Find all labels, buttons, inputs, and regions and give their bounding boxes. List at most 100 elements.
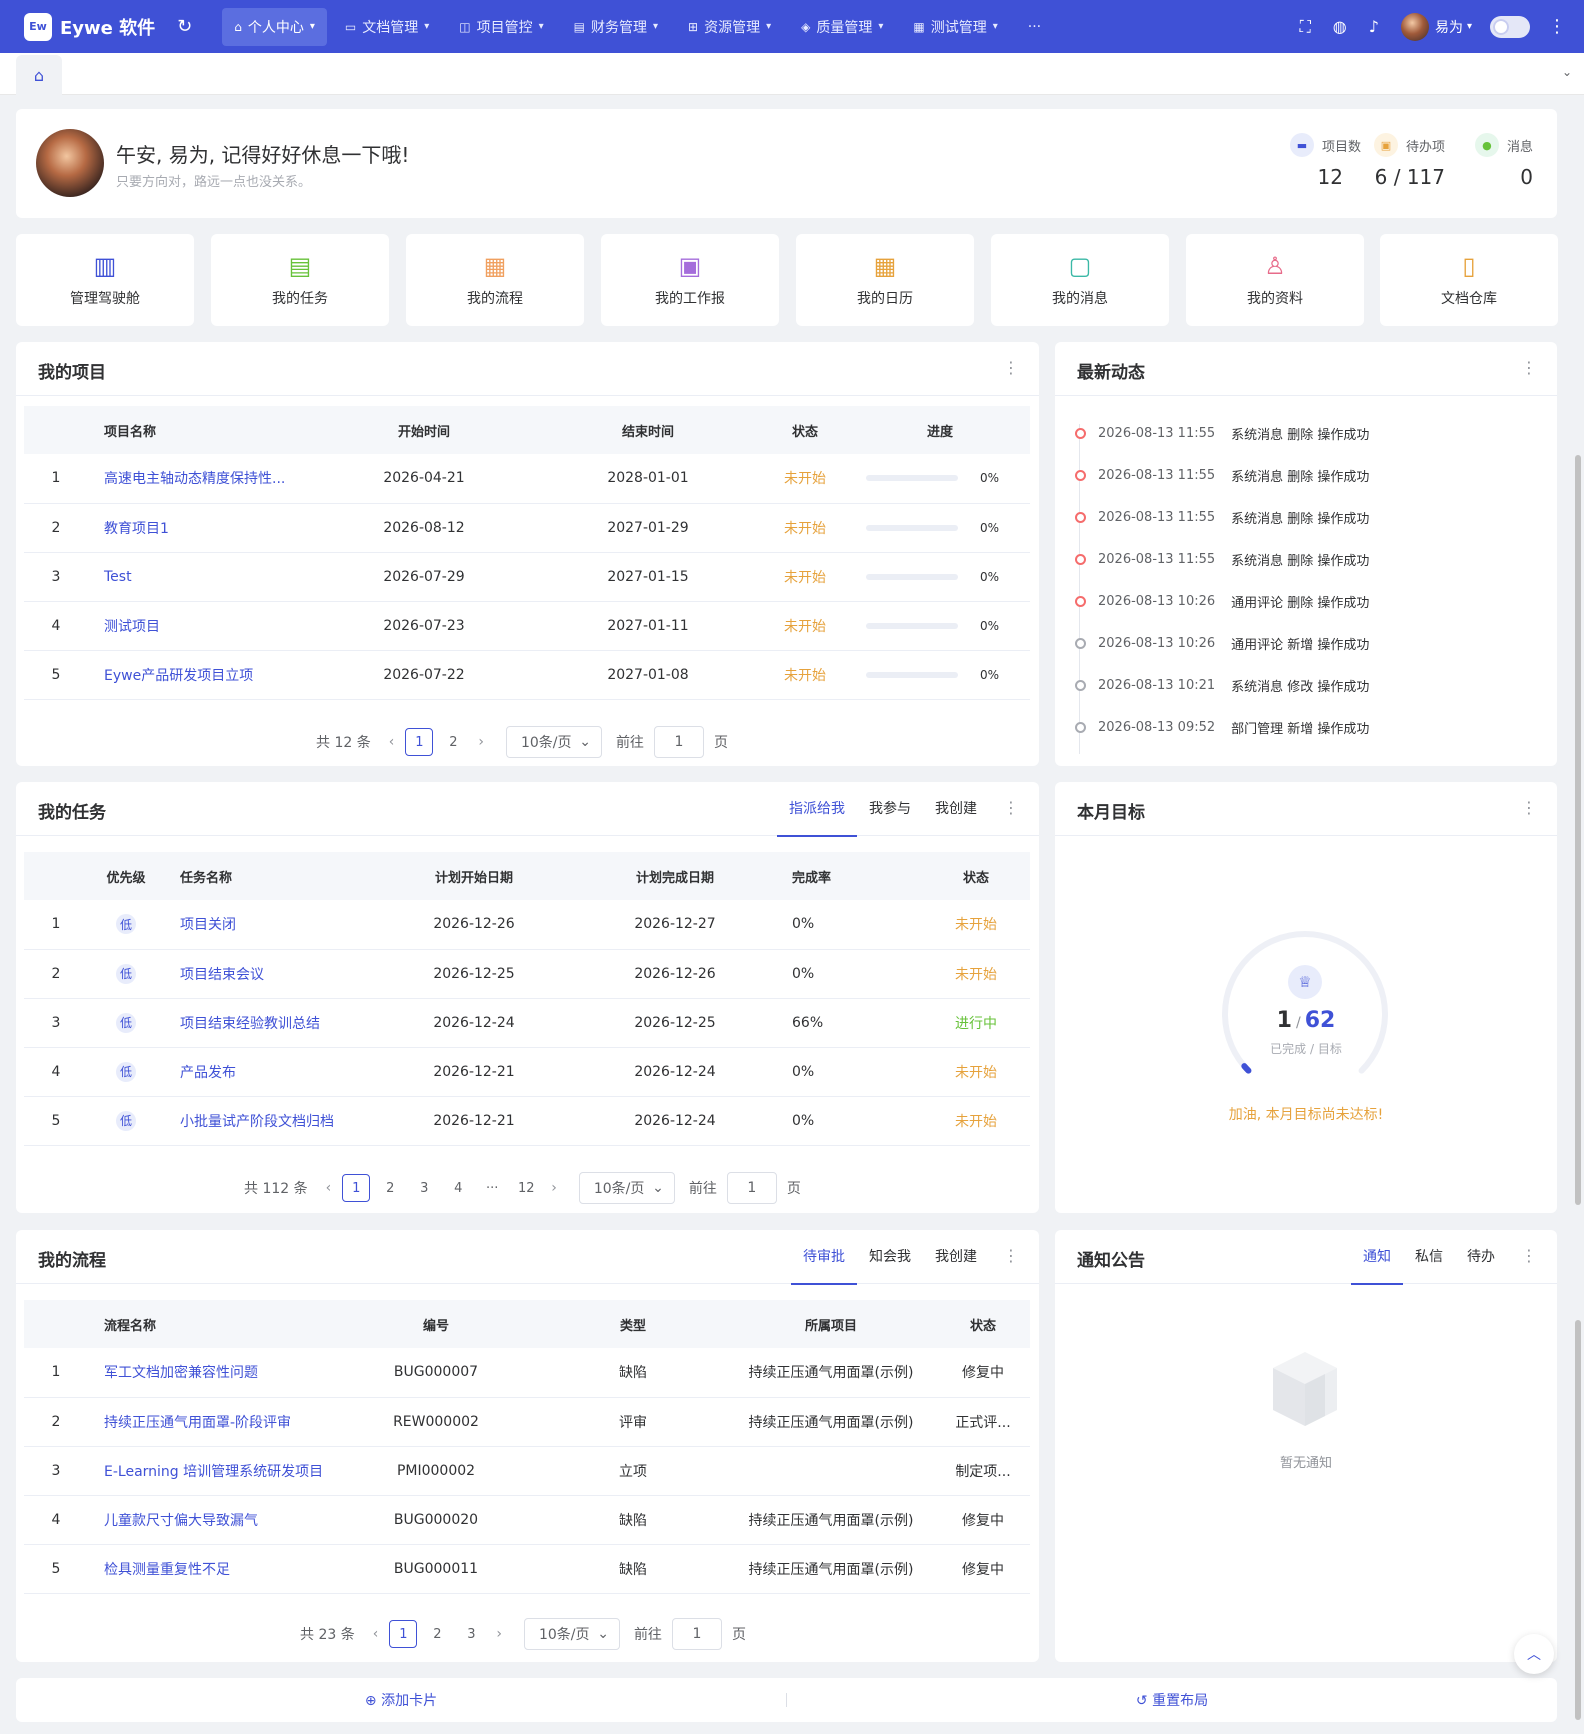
nav-testing[interactable]: ▦ 测试管理 ▾ (901, 8, 1009, 46)
chevron-left-icon[interactable]: ‹ (326, 1180, 332, 1196)
home-tab[interactable]: ⌂ (16, 55, 62, 95)
table-row[interactable]: 4 测试项目 2026-07-23 2027-01-11 未开始 0% (24, 601, 1030, 651)
pager-ellipsis[interactable]: ··· (478, 1174, 506, 1202)
tab-created[interactable]: 我创建 (923, 782, 989, 836)
table-row[interactable]: 4 低产品发布 2026-12-21 2026-12-24 0% 未开始 (24, 1047, 1030, 1097)
table-row[interactable]: 3 低项目结束经验教训总结 2026-12-24 2026-12-25 66% 进行中 (24, 998, 1030, 1048)
refresh-icon[interactable]: ↻ (177, 16, 192, 37)
home-icon: ⌂ (33, 65, 45, 85)
pager-page[interactable]: 3 (457, 1620, 485, 1648)
page-jump-input[interactable]: 1 (671, 1618, 722, 1650)
bell-icon[interactable]: ♪ (1369, 17, 1379, 36)
flows-card: 我的流程 待审批 知会我 我创建 ⋮ 流程名称 编号 类型 所属项目 状态 1军… (16, 1230, 1039, 1662)
nav-documents[interactable]: ▭ 文档管理 ▾ (333, 8, 441, 46)
flows-table: 流程名称 编号 类型 所属项目 状态 1 军工文档加密兼容性问题 BUG000007… (24, 1300, 1030, 1594)
tab-notice[interactable]: 通知 (1351, 1230, 1403, 1285)
nav-projects[interactable]: ◫ 项目管控 ▾ (447, 8, 555, 46)
pager-page[interactable]: 3 (410, 1174, 438, 1202)
tab-assigned[interactable]: 指派给我 (777, 782, 857, 837)
table-row[interactable]: 1 低项目关闭 2026-12-26 2026-12-27 0% 未开始 (24, 900, 1030, 950)
nav-quality[interactable]: ◈ 质量管理 ▾ (789, 8, 895, 46)
table-row[interactable]: 5 Eywe产品研发项目立项 2026-07-22 2027-01-08 未开始 0% (24, 650, 1030, 700)
nav-resources[interactable]: ⊞ 资源管理 ▾ (676, 8, 783, 46)
more-vertical-icon[interactable]: ⋮ (1003, 1246, 1019, 1265)
app-name: Eywe 软件 (60, 17, 156, 39)
test-icon: ▦ (913, 19, 925, 34)
table-row[interactable]: 3 E-Learning 培训管理系统研发项目 PMI000002 立项 制定项... (24, 1446, 1030, 1496)
shortcut-tasks[interactable]: ▤ 我的任务 (211, 234, 389, 326)
app-logo[interactable]: Ew Eywe 软件 (24, 12, 156, 41)
tab-todo[interactable]: 待办 (1455, 1230, 1507, 1284)
table-row[interactable]: 3 Test 2026-07-29 2027-01-15 未开始 0% (24, 552, 1030, 602)
shortcut-calendar[interactable]: ▦ 我的日历 (796, 234, 974, 326)
nav-finance[interactable]: ▤ 财务管理 ▾ (562, 8, 670, 46)
pager-page[interactable]: 2 (376, 1174, 404, 1202)
shortcut-dashboard[interactable]: ▥ 管理驾驶舱 (16, 234, 194, 326)
table-row[interactable]: 5 低小批量试产阶段文档归档 2026-12-21 2026-12-24 0% 未开始 (24, 1096, 1030, 1146)
scrollbar-thumb[interactable] (1575, 1320, 1581, 1720)
table-row[interactable]: 1 军工文档加密兼容性问题 BUG000007 缺陷 持续正压通气用面罩(示例) 修复中 (24, 1348, 1030, 1398)
projects-card: 我的项目 ⋮ 项目名称 开始时间 结束时间 状态 进度 1 高速电主轴动态精度保持… (16, 342, 1039, 766)
table-row[interactable]: 5 检具测量重复性不足 BUG000011 缺陷 持续正压通气用面罩(示例) 修复中 (24, 1544, 1030, 1594)
page-size-select[interactable]: 10条/页 ⌄ (523, 1618, 620, 1650)
chevron-left-icon[interactable]: ‹ (373, 1626, 379, 1642)
table-row[interactable]: 1 高速电主轴动态精度保持性... 2026-04-21 2028-01-01 未开始 0… (24, 454, 1030, 504)
nav-more[interactable]: ··· (1016, 8, 1053, 46)
pagination: 共 112 条 ‹ 1 2 3 4 ··· 12 › 10条/页 ⌄ 前往 1 页 (244, 1172, 801, 1204)
more-vertical-icon[interactable]: ⋮ (1521, 798, 1537, 817)
page-size-select[interactable]: 10条/页 ⌄ (505, 726, 602, 758)
pager-page[interactable]: 1 (342, 1174, 371, 1202)
more-vertical-icon[interactable]: ⋮ (1003, 798, 1019, 817)
pager-page[interactable]: 12 (512, 1174, 540, 1202)
fullscreen-icon[interactable]: ⛶ (1300, 17, 1311, 37)
table-row[interactable]: 2 教育项目1 2026-08-12 2027-01-29 未开始 0% (24, 503, 1030, 553)
tab-created[interactable]: 我创建 (923, 1230, 989, 1284)
shortcut-work-report[interactable]: ▣ 我的工作报 (601, 234, 779, 326)
shortcut-doc-repo[interactable]: ▯ 文档仓库 (1380, 234, 1558, 326)
more-vertical-icon[interactable]: ⋮ (1521, 358, 1537, 377)
globe-icon[interactable]: ◍ (1333, 17, 1347, 36)
reset-layout-button[interactable]: ↺ 重置布局 (787, 1690, 1557, 1710)
table-row[interactable]: 4 儿童款尺寸偏大导致漏气 BUG000020 缺陷 持续正压通气用面罩(示例) 修复中 (24, 1495, 1030, 1545)
chevron-down-icon: ▾ (992, 21, 998, 32)
table-row[interactable]: 2 持续正压通气用面罩-阶段评审 REW000002 评审 持续正压通气用面罩(示例) 正… (24, 1397, 1030, 1447)
more-vertical-icon[interactable]: ⋮ (1521, 1246, 1537, 1265)
chevron-right-icon[interactable]: › (496, 1626, 502, 1642)
chevron-left-icon[interactable]: ‹ (389, 734, 395, 750)
pager-page[interactable]: 2 (439, 728, 467, 756)
pager-page[interactable]: 1 (405, 728, 434, 756)
shortcut-flows[interactable]: ▦ 我的流程 (406, 234, 584, 326)
pager-page[interactable]: 1 (389, 1620, 418, 1648)
stat-todo[interactable]: ▣ 待办项 6 / 117 (1373, 133, 1445, 189)
page-jump-input[interactable]: 1 (726, 1172, 777, 1204)
tab-participated[interactable]: 我参与 (857, 782, 923, 836)
pager-page[interactable]: 2 (423, 1620, 451, 1648)
message-icon: ▢ (1068, 252, 1092, 280)
tab-private[interactable]: 私信 (1403, 1230, 1455, 1284)
stat-projects[interactable]: ▬ 项目数 12 (1289, 133, 1361, 189)
chevron-down-icon[interactable]: ⌄ (1562, 65, 1572, 79)
more-vertical-icon[interactable]: ⋮ (1548, 16, 1566, 37)
chevron-right-icon[interactable]: › (478, 734, 484, 750)
table-row[interactable]: 2 低项目结束会议 2026-12-25 2026-12-26 0% 未开始 (24, 949, 1030, 999)
page-size-select[interactable]: 10条/页 ⌄ (578, 1172, 675, 1204)
tab-notify-me[interactable]: 知会我 (857, 1230, 923, 1284)
scrollbar-thumb[interactable] (1575, 455, 1581, 1205)
shortcut-profile[interactable]: ♙ 我的资料 (1186, 234, 1364, 326)
tab-pending-approval[interactable]: 待审批 (791, 1230, 857, 1285)
nav-personal-center[interactable]: ⌂ 个人中心 ▾ (222, 7, 327, 46)
more-vertical-icon[interactable]: ⋮ (1003, 358, 1019, 377)
top-navbar: Ew Eywe 软件 ↻ ⌂ 个人中心 ▾ ▭ 文档管理 ▾ ◫ 项目管控 ▾ ▤ 财务管理 ▾… (0, 0, 1584, 53)
pager-page[interactable]: 4 (444, 1174, 472, 1202)
back-to-top-button[interactable]: ︿ (1514, 1634, 1554, 1674)
add-card-button[interactable]: ⊕ 添加卡片 (16, 1690, 786, 1710)
shortcut-messages[interactable]: ▢ 我的消息 (991, 234, 1169, 326)
plus-circle-icon: ⊕ (364, 1693, 382, 1709)
theme-toggle[interactable] (1490, 15, 1530, 38)
main-nav: ⌂ 个人中心 ▾ ▭ 文档管理 ▾ ◫ 项目管控 ▾ ▤ 财务管理 ▾ ⊞ 资源管理 ▾ ◈ 质量管理… (222, 0, 1059, 53)
chevron-right-icon[interactable]: › (551, 1180, 557, 1196)
page-jump-input[interactable]: 1 (653, 726, 704, 758)
priority-badge: 低 (116, 1110, 136, 1131)
user-menu[interactable]: 易为 ▾ (1400, 12, 1472, 41)
stat-messages[interactable]: ● 消息 0 (1474, 133, 1533, 189)
